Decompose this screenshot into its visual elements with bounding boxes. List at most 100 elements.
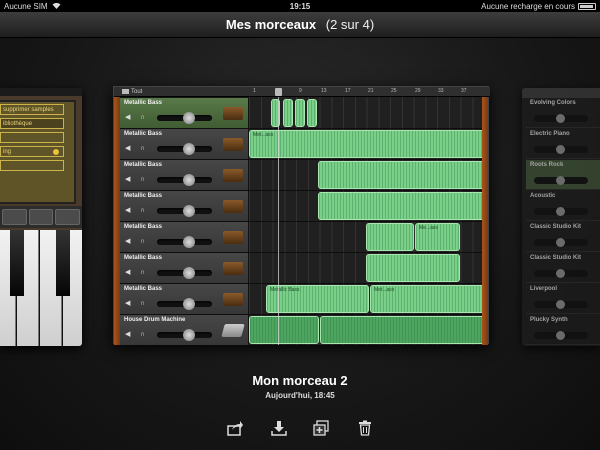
screen-row: ibliothèque bbox=[0, 118, 64, 129]
track-name: Classic Studio Kit bbox=[530, 255, 582, 261]
song-card-previous[interactable]: supprimer samples ibliothèque ing bbox=[0, 88, 82, 346]
region-label: Metallic Bass bbox=[270, 287, 300, 293]
tracks-top-bar: Tout 1 5 9 13 17 21 25 29 33 37 bbox=[114, 87, 490, 97]
mute-icon[interactable]: ◀ bbox=[125, 113, 134, 122]
track-row: Liverpool bbox=[526, 284, 600, 314]
screen-row: ing bbox=[0, 146, 64, 157]
bass-instrument-icon bbox=[223, 262, 243, 275]
volume-knob bbox=[556, 300, 565, 309]
track-name: Metallic Bass bbox=[124, 193, 163, 199]
ruler-tick-label: 25 bbox=[391, 88, 397, 94]
volume-knob[interactable] bbox=[183, 174, 195, 186]
track-header[interactable]: Metallic Bass ◀ ∩ bbox=[120, 191, 249, 221]
indicator-dot-icon bbox=[53, 149, 59, 155]
battery-icon bbox=[578, 2, 596, 10]
mute-icon[interactable]: ◀ bbox=[125, 237, 134, 246]
headphones-icon[interactable]: ∩ bbox=[140, 330, 149, 339]
mute-icon[interactable]: ◀ bbox=[125, 268, 134, 277]
bass-instrument-icon bbox=[223, 138, 243, 151]
song-counter: (2 sur 4) bbox=[325, 17, 375, 32]
bass-instrument-icon bbox=[223, 107, 243, 120]
track-row: Acoustic bbox=[526, 191, 600, 221]
audio-region[interactable] bbox=[318, 161, 485, 189]
headphones-icon[interactable]: ∩ bbox=[140, 299, 149, 308]
download-icon[interactable] bbox=[271, 420, 287, 436]
action-toolbar bbox=[223, 420, 383, 436]
track-name: Metallic Bass bbox=[124, 286, 163, 292]
volume-knob bbox=[556, 145, 565, 154]
audio-region[interactable] bbox=[249, 316, 319, 344]
track-header[interactable]: House Drum Machine ◀ ∩ bbox=[120, 315, 249, 345]
share-icon[interactable] bbox=[227, 420, 243, 436]
bass-instrument-icon bbox=[223, 200, 243, 213]
song-card-next[interactable]: Evolving Colors Electric Piano Roots Roc… bbox=[522, 88, 600, 346]
track-row: Metallic Bass ◀ ∩ bbox=[120, 98, 485, 129]
track-row: Metallic Bass ◀ ∩ bbox=[120, 253, 485, 284]
track-row: Metallic Bass ◀ ∩ bbox=[120, 191, 485, 222]
region-label: Me...ass bbox=[419, 225, 438, 231]
volume-knob[interactable] bbox=[183, 329, 195, 341]
screen-row bbox=[0, 160, 64, 171]
track-row: Metallic Bass ◀ ∩ bbox=[120, 160, 485, 191]
keyboard-top-bar bbox=[0, 88, 82, 96]
duplicate-icon[interactable] bbox=[313, 420, 329, 436]
headphones-icon[interactable]: ∩ bbox=[140, 144, 149, 153]
audio-region[interactable] bbox=[366, 223, 414, 251]
song-date: Aujourd'hui, 18:45 bbox=[265, 391, 335, 400]
audio-region[interactable] bbox=[318, 192, 485, 220]
headphones-icon[interactable]: ∩ bbox=[140, 268, 149, 277]
audio-region[interactable]: Met...ass bbox=[249, 130, 485, 158]
volume-knob[interactable] bbox=[183, 143, 195, 155]
clock: 19:15 bbox=[289, 1, 311, 11]
volume-knob[interactable] bbox=[183, 298, 195, 310]
track-name: Liverpool bbox=[530, 286, 558, 292]
headphones-icon[interactable]: ∩ bbox=[140, 113, 149, 122]
track-header[interactable]: Metallic Bass ◀ ∩ bbox=[120, 98, 249, 128]
screen-row bbox=[0, 132, 64, 143]
ruler-tick-label: 9 bbox=[299, 88, 302, 94]
volume-knob bbox=[556, 238, 565, 247]
audio-region[interactable] bbox=[366, 254, 460, 282]
volume-knob[interactable] bbox=[183, 205, 195, 217]
drum-machine-icon bbox=[221, 324, 245, 337]
keyboard-screen: supprimer samples ibliothèque ing bbox=[0, 100, 76, 204]
audio-region[interactable] bbox=[307, 99, 317, 127]
song-title[interactable]: Mon morceau 2 bbox=[0, 373, 600, 388]
track-header[interactable]: Metallic Bass ◀ ∩ bbox=[120, 160, 249, 190]
bass-instrument-icon bbox=[223, 293, 243, 306]
ruler-tick-label: 33 bbox=[438, 88, 444, 94]
volume-knob bbox=[556, 207, 565, 216]
black-key bbox=[56, 230, 70, 296]
audio-region[interactable] bbox=[295, 99, 305, 127]
audio-region[interactable] bbox=[283, 99, 293, 127]
track-header[interactable]: Metallic Bass ◀ ∩ bbox=[120, 129, 249, 159]
audio-region[interactable] bbox=[320, 316, 485, 344]
page-title: Mes morceaux bbox=[225, 17, 317, 32]
headphones-icon[interactable]: ∩ bbox=[140, 206, 149, 215]
track-name: Metallic Bass bbox=[124, 100, 163, 106]
ruler-tick-label: 21 bbox=[368, 88, 374, 94]
audio-region[interactable]: Me...ass bbox=[415, 223, 460, 251]
song-card-current[interactable]: Tout 1 5 9 13 17 21 25 29 33 37 Metallic… bbox=[113, 86, 490, 345]
mute-icon[interactable]: ◀ bbox=[125, 299, 134, 308]
track-header[interactable]: Metallic Bass ◀ ∩ bbox=[120, 284, 249, 314]
ruler-tick-label: 17 bbox=[345, 88, 351, 94]
track-header[interactable]: Metallic Bass ◀ ∩ bbox=[120, 253, 249, 283]
bass-instrument-icon bbox=[223, 231, 243, 244]
track-header[interactable]: Metallic Bass ◀ ∩ bbox=[120, 222, 249, 252]
volume-knob[interactable] bbox=[183, 267, 195, 279]
volume-knob[interactable] bbox=[183, 112, 195, 124]
volume-knob[interactable] bbox=[183, 236, 195, 248]
mute-icon[interactable]: ◀ bbox=[125, 144, 134, 153]
audio-region[interactable]: Metallic Bass bbox=[266, 285, 369, 313]
headphones-icon[interactable]: ∩ bbox=[140, 175, 149, 184]
track-name: Metallic Bass bbox=[124, 162, 163, 168]
ruler-tick-label: 37 bbox=[461, 88, 467, 94]
mute-icon[interactable]: ◀ bbox=[125, 175, 134, 184]
audio-region[interactable]: Met...ass bbox=[370, 285, 485, 313]
headphones-icon[interactable]: ∩ bbox=[140, 237, 149, 246]
mute-icon[interactable]: ◀ bbox=[125, 206, 134, 215]
mute-icon[interactable]: ◀ bbox=[125, 330, 134, 339]
trash-icon[interactable] bbox=[357, 420, 373, 436]
screen-row: supprimer samples bbox=[0, 104, 64, 115]
